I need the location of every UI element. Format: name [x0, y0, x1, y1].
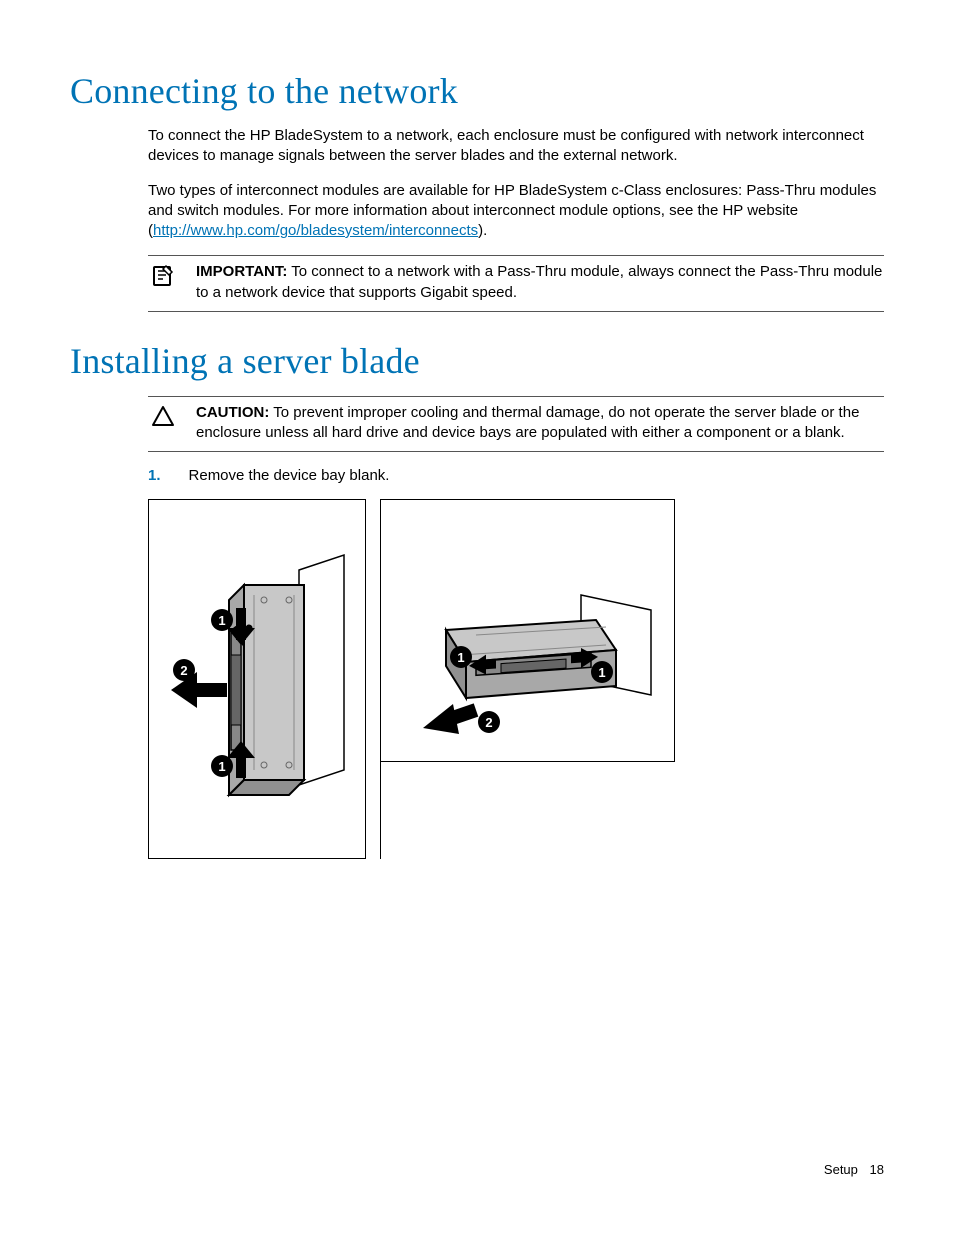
page-footer: Setup 18 [824, 1162, 884, 1177]
svg-text:1: 1 [457, 650, 464, 665]
figure-horizontal-blade: 1 1 2 [380, 499, 675, 859]
footer-section: Setup [824, 1162, 858, 1177]
heading-connecting: Connecting to the network [70, 70, 884, 112]
footer-page-number: 18 [870, 1162, 884, 1177]
interconnects-link[interactable]: http://www.hp.com/go/bladesystem/interco… [153, 222, 478, 239]
important-text: To connect to a network with a Pass-Thru… [196, 263, 882, 300]
para-intro-1: To connect the HP BladeSystem to a netwo… [148, 126, 884, 167]
figure-row: 1 1 2 [148, 499, 884, 859]
caution-text: To prevent improper cooling and thermal … [196, 404, 859, 441]
svg-text:1: 1 [598, 665, 605, 680]
para2-post: ). [478, 222, 487, 239]
step-1-text: Remove the device bay blank. [189, 466, 390, 486]
para-intro-2: Two types of interconnect modules are av… [148, 181, 884, 242]
svg-text:2: 2 [180, 663, 187, 678]
figure-vertical-blade: 1 1 2 [148, 499, 366, 859]
caution-icon [148, 403, 178, 427]
step-1-number: 1. [148, 466, 161, 486]
important-body: IMPORTANT: To connect to a network with … [196, 262, 884, 303]
svg-text:2: 2 [485, 715, 492, 730]
important-label: IMPORTANT: [196, 263, 287, 280]
step-1: 1. Remove the device bay blank. [148, 466, 884, 486]
important-icon [148, 262, 178, 288]
important-callout: IMPORTANT: To connect to a network with … [148, 255, 884, 312]
caution-callout: CAUTION: To prevent improper cooling and… [148, 396, 884, 453]
svg-text:1: 1 [218, 759, 225, 774]
caution-label: CAUTION: [196, 404, 269, 421]
svg-text:1: 1 [218, 613, 225, 628]
heading-installing: Installing a server blade [70, 340, 884, 382]
caution-body: CAUTION: To prevent improper cooling and… [196, 403, 884, 444]
